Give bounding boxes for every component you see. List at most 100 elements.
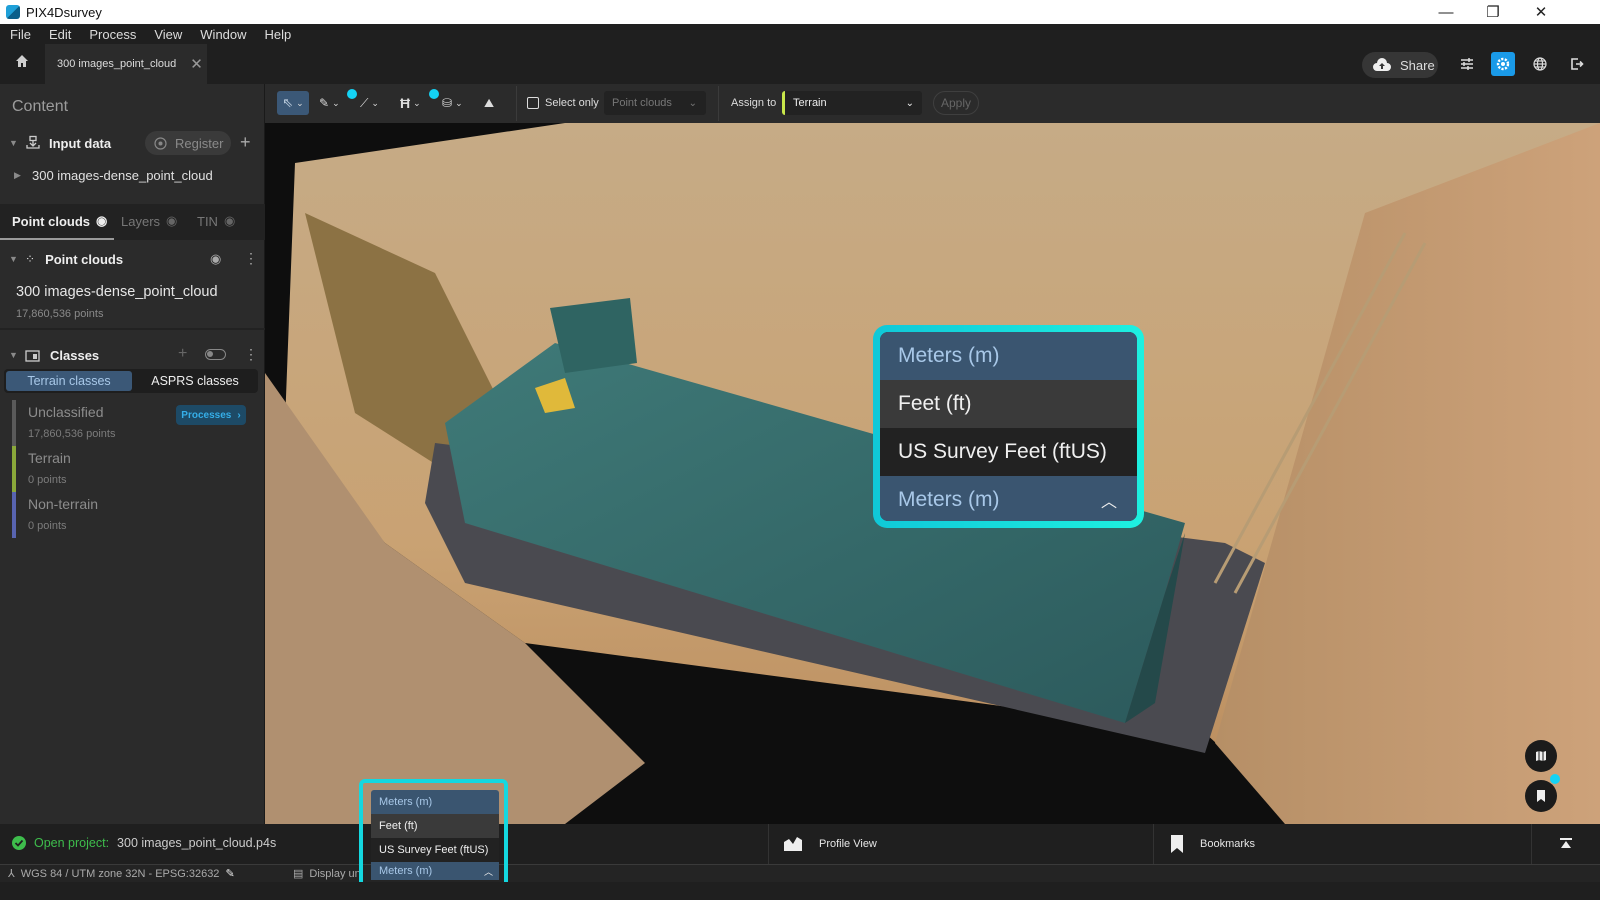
volume-tool-button[interactable]: ⛁ ⌄ [442, 91, 463, 115]
assign-to-dropdown[interactable]: Terrain ⌄ [782, 91, 922, 115]
collapse-icon[interactable]: ▼ [9, 254, 23, 264]
profile-chart-icon [784, 837, 802, 851]
home-icon [16, 55, 28, 67]
select-only-label: Select only [545, 97, 599, 109]
segment-asprs-classes[interactable]: ASPRS classes [134, 371, 256, 391]
tab-layers[interactable]: Layers ◉ [121, 213, 177, 229]
input-data-item[interactable]: ▶ 300 images-dense_point_cloud [0, 166, 265, 184]
menu-help[interactable]: Help [265, 27, 292, 42]
tab-point-clouds[interactable]: Point clouds ◉ [12, 213, 107, 229]
bookmark-icon [1537, 790, 1545, 802]
chevron-down-icon: ⌄ [455, 97, 463, 108]
filter-dropdown[interactable]: Point clouds ⌄ [604, 91, 706, 115]
road-tool-button[interactable]: Ħ ⌄ [400, 91, 421, 115]
classes-toggle[interactable] [205, 349, 226, 360]
tab-tin-label: TIN [197, 213, 218, 229]
point-clouds-more-icon[interactable]: ⋮ [244, 250, 258, 267]
unit-selected-label: Meters (m) [379, 865, 433, 877]
display-units-control[interactable]: ▤ Display un [293, 867, 361, 881]
crs-info[interactable]: ⅄ WGS 84 / UTM zone 32N - EPSG:32632 ✎ [8, 867, 235, 881]
apply-button[interactable]: Apply [933, 91, 979, 115]
globe-button[interactable] [1528, 52, 1552, 76]
menu-bar: File Edit Process View Window Help [0, 24, 1600, 44]
home-button[interactable] [8, 54, 36, 76]
assign-to-label: Assign to [731, 97, 777, 109]
logout-button[interactable] [1565, 52, 1589, 76]
settings-sliders-button[interactable] [1455, 52, 1479, 76]
point-clouds-header[interactable]: ▼ ⁘ Point clouds [0, 249, 265, 269]
expand-panel-button[interactable] [1531, 824, 1600, 864]
database-icon: ⛁ [442, 96, 453, 110]
app-title: PIX4Dsurvey [26, 4, 102, 20]
display-units-label: Display un [309, 867, 361, 880]
surface-tool-button[interactable]: ⛰ [484, 91, 494, 115]
unit-selected-value[interactable]: Meters (m) ︿ [880, 476, 1137, 521]
unit-option-meters[interactable]: Meters (m) [371, 790, 499, 814]
unit-option-us-survey-feet[interactable]: US Survey Feet (ftUS) [371, 838, 499, 862]
class-count: 0 points [28, 520, 67, 532]
class-name: Non-terrain [28, 496, 99, 512]
expand-icon[interactable]: ▶ [14, 170, 32, 181]
register-icon [154, 136, 167, 150]
globe-icon [1533, 57, 1547, 71]
classes-more-icon[interactable]: ⋮ [244, 346, 258, 363]
point-cloud-name[interactable]: 300 images-dense_point_cloud [16, 284, 218, 300]
unit-option-feet[interactable]: Feet (ft) [880, 380, 1137, 428]
toolbar-divider [718, 86, 719, 121]
share-button[interactable]: Share [1362, 52, 1438, 78]
axes-icon: ⅄ [8, 868, 15, 880]
tab-label: 300 images_point_cloud [57, 58, 177, 70]
map-view-button[interactable] [1525, 740, 1557, 772]
tab-tin[interactable]: TIN ◉ [197, 213, 235, 229]
tab-close-icon[interactable]: ✕ [190, 55, 203, 73]
expand-up-icon [1560, 838, 1572, 848]
menu-view[interactable]: View [154, 27, 182, 42]
processes-button[interactable]: Processes › [176, 405, 246, 425]
class-color-bar [12, 400, 16, 446]
select-tool-button[interactable]: ⇖ ⌄ [277, 91, 309, 115]
select-only-checkbox[interactable]: Select only [527, 91, 599, 115]
collapse-icon[interactable]: ▼ [9, 138, 23, 148]
bottom-panel-bar: Profile View Bookmarks Open project: 300… [0, 824, 1600, 864]
status-prefix: Open project: [34, 836, 110, 850]
bookmarks-tab[interactable]: Bookmarks [1153, 824, 1531, 864]
edit-pencil-icon[interactable]: ✎ [225, 867, 234, 880]
class-item-non-terrain[interactable]: Non-terrain 0 points [12, 492, 262, 538]
register-button[interactable]: Register [145, 131, 231, 155]
menu-edit[interactable]: Edit [49, 27, 71, 42]
preferences-button[interactable] [1491, 52, 1515, 76]
bookmark-view-button[interactable] [1525, 780, 1557, 812]
chevron-down-icon: ⌄ [688, 97, 697, 109]
point-clouds-visibility-icon[interactable]: ◉ [210, 251, 221, 267]
measure-tool-button[interactable]: ⟋ ⌄ [360, 91, 379, 115]
point-clouds-label: Point clouds [45, 251, 124, 267]
add-class-button[interactable]: + [178, 345, 187, 363]
crate-stack [550, 298, 637, 373]
eye-icon[interactable]: ◉ [166, 213, 177, 229]
unit-option-meters[interactable]: Meters (m) [880, 332, 1137, 380]
unit-option-feet[interactable]: Feet (ft) [371, 814, 499, 838]
minimize-button[interactable]: — [1423, 0, 1469, 24]
eye-icon[interactable]: ◉ [224, 213, 235, 229]
close-window-button[interactable]: ✕ [1518, 0, 1564, 24]
tab-bar: 300 images_point_cloud ✕ Share [0, 44, 1600, 84]
unit-selected-value[interactable]: Meters (m) ︿ [371, 862, 499, 880]
chevron-up-icon: ︿ [483, 866, 493, 877]
picker-tool-button[interactable]: ✎ ⌄ [319, 91, 340, 115]
menu-window[interactable]: Window [200, 27, 246, 42]
menu-process[interactable]: Process [89, 27, 136, 42]
profile-view-tab[interactable]: Profile View [768, 824, 1153, 864]
tab-project[interactable]: 300 images_point_cloud ✕ [45, 44, 207, 84]
notification-dot [1550, 774, 1560, 784]
eye-icon[interactable]: ◉ [96, 213, 107, 229]
add-input-button[interactable]: + [240, 132, 251, 153]
menu-file[interactable]: File [10, 27, 31, 42]
ruler-icon: ▤ [293, 868, 304, 880]
collapse-icon[interactable]: ▼ [9, 350, 23, 360]
class-item-terrain[interactable]: Terrain 0 points [12, 446, 262, 492]
class-name: Terrain [28, 450, 71, 466]
segment-terrain-classes[interactable]: Terrain classes [6, 371, 132, 391]
unit-option-us-survey-feet[interactable]: US Survey Feet (ftUS) [880, 428, 1137, 476]
restore-button[interactable]: ❐ [1470, 0, 1516, 24]
class-count: 0 points [28, 474, 67, 486]
